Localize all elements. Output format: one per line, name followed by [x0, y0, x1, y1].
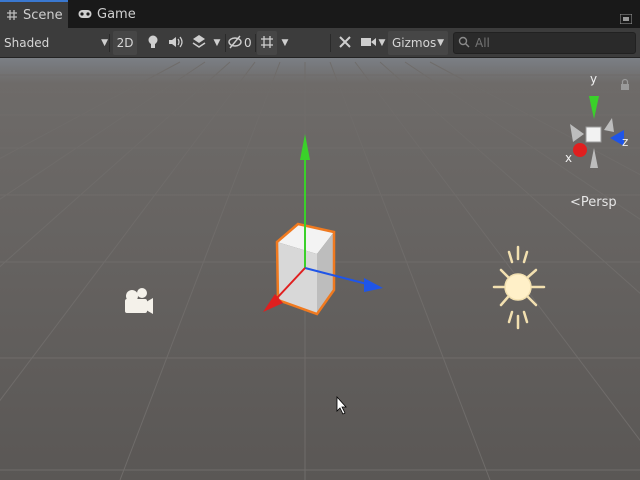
tab-options-menu-icon[interactable]	[619, 9, 633, 25]
grid-hash-icon	[6, 9, 18, 21]
gizmo-center-cube[interactable]	[585, 126, 602, 143]
speaker-icon	[168, 35, 184, 52]
chevron-down-icon: ▼	[281, 38, 289, 48]
tab-game-label: Game	[97, 6, 136, 22]
tab-scene[interactable]: Scene	[0, 0, 68, 28]
toggle-2d-label: 2D	[116, 36, 134, 50]
chevron-down-icon: ▼	[437, 38, 444, 48]
gizmo-y-label: y	[590, 72, 597, 86]
toolbar-divider	[330, 34, 331, 52]
tab-game[interactable]: Game	[78, 0, 148, 28]
scene-viewport[interactable]: y x z <Persp	[0, 58, 640, 480]
tools-wrench-icon	[338, 35, 352, 52]
projection-label: Persp	[580, 195, 617, 210]
audio-toggle[interactable]	[165, 31, 187, 55]
draw-mode-dropdown[interactable]: Shaded ▼	[4, 31, 108, 55]
hidden-object-count: 0	[244, 36, 252, 50]
effects-dropdown[interactable]: ▼	[210, 31, 224, 55]
chevron-down-icon: ▼	[378, 38, 386, 48]
window-tab-bar: Scene Game	[0, 0, 640, 28]
draw-mode-value: Shaded	[4, 36, 50, 50]
chevron-down-icon: ▼	[101, 38, 108, 48]
gizmo-x-label: x	[565, 151, 572, 165]
grid-toggle[interactable]	[257, 31, 277, 55]
scene-toolbar: Shaded ▼ 2D ▼ 0 ▼ ▼ Gizmos ▼ All	[0, 28, 640, 58]
toolbar-divider	[225, 34, 226, 52]
layers-effects-icon	[192, 34, 206, 53]
x-cone-icon[interactable]	[573, 143, 587, 157]
chevron-left-icon: <	[570, 195, 581, 210]
search-input[interactable]	[473, 35, 627, 51]
gamepad-icon	[78, 9, 92, 19]
scene-visibility-toggle[interactable]: 0	[228, 31, 254, 55]
lighting-toggle[interactable]	[142, 31, 164, 55]
scene-search-field[interactable]	[453, 32, 636, 54]
gizmo-z-label: z	[622, 135, 628, 149]
gizmos-dropdown[interactable]: Gizmos ▼	[388, 31, 448, 55]
toolbar-divider	[255, 34, 256, 52]
scene-canvas[interactable]: y x z	[0, 58, 640, 480]
lightbulb-icon	[146, 34, 160, 53]
grid-icon	[260, 35, 274, 52]
tools-toggle[interactable]	[334, 31, 356, 55]
eye-hidden-icon	[228, 35, 242, 52]
grid-dropdown[interactable]: ▼	[278, 31, 292, 55]
camera-dropdown[interactable]: ▼	[375, 31, 389, 55]
chevron-down-icon: ▼	[213, 38, 221, 48]
gizmos-label: Gizmos	[392, 36, 437, 50]
tab-scene-label: Scene	[23, 7, 63, 23]
effects-toggle[interactable]	[188, 31, 210, 55]
toolbar-divider	[109, 34, 110, 52]
search-icon	[458, 36, 470, 51]
toggle-2d-button[interactable]: 2D	[113, 31, 137, 55]
projection-toggle[interactable]: <Persp	[570, 195, 617, 210]
